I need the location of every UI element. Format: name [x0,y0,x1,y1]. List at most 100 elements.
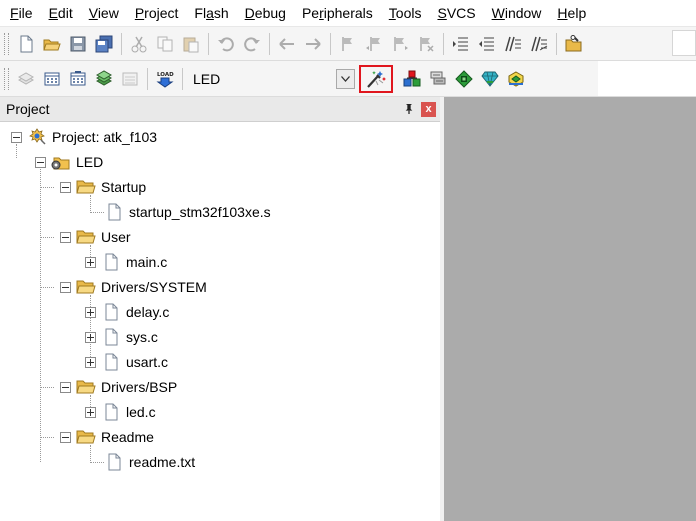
toolbar-separator [182,67,183,90]
manage-components-icon [430,71,446,84]
insert-bookmark-button[interactable] [335,31,361,57]
new-file-button[interactable] [13,31,39,57]
rebuild-icon [70,70,86,85]
expand-toggle[interactable] [85,331,96,343]
file-icon [101,328,121,346]
tree-item-group[interactable]: Readme [60,426,154,448]
tree-item-file[interactable]: main.c [85,251,167,273]
tree-item-file[interactable]: led.c [85,401,156,423]
uncomment-selection-button[interactable] [526,31,552,57]
target-name: LED [76,154,104,170]
stop-build-button[interactable] [117,66,143,92]
collapse-toggle[interactable] [11,131,22,143]
tree-item-project[interactable]: Project: atk_f103 [11,126,157,148]
build-button[interactable] [39,66,65,92]
rebuild-button[interactable] [65,66,91,92]
expand-toggle[interactable] [85,356,96,368]
tree-item-file[interactable]: delay.c [85,301,169,323]
chevron-down-icon [341,75,350,82]
menu-svcs[interactable]: SVCS [431,0,481,26]
tree-item-file[interactable]: readme.txt [104,451,195,473]
indent-button[interactable] [448,31,474,57]
undo-button[interactable] [213,31,239,57]
paste-button[interactable] [178,31,204,57]
collapse-toggle[interactable] [60,381,71,393]
collapse-toggle[interactable] [60,231,71,243]
unindent-button[interactable] [474,31,500,57]
tree-item-group[interactable]: Drivers/SYSTEM [60,276,207,298]
select-target-combobox[interactable]: LED [187,68,359,90]
expand-toggle[interactable] [85,306,96,318]
indent-icon [453,37,468,50]
clear-bookmarks-button[interactable] [413,31,439,57]
menu-help[interactable]: Help [551,0,592,26]
component-pack-icon [508,70,524,87]
toolbar-grip[interactable] [4,32,9,55]
menu-edit[interactable]: Edit [43,0,79,26]
cut-button[interactable] [126,31,152,57]
batch-build-icon [95,69,113,86]
comment-selection-button[interactable] [500,31,526,57]
collapse-toggle[interactable] [35,156,46,168]
tree-item-target[interactable]: LED [35,151,103,173]
next-bookmark-button[interactable] [387,31,413,57]
file-name: sys.c [126,329,158,345]
menu-project[interactable]: Project [129,0,185,26]
copy-icon [157,36,173,51]
file-extensions-button[interactable] [399,66,425,92]
scissors-icon [131,36,147,52]
select-software-packs-button[interactable] [477,66,503,92]
navigate-back-button[interactable] [274,31,300,57]
tree-item-file[interactable]: startup_stm32f103xe.s [104,201,271,223]
target-dropdown-button[interactable] [336,68,355,89]
tree-item-group[interactable]: User [60,226,131,248]
magic-wand-icon [367,70,386,88]
project-window: Project x Project: atk_f103 LED Startup … [0,97,441,521]
tree-item-file[interactable]: usart.c [85,351,168,373]
menu-debug[interactable]: Debug [239,0,292,26]
menu-peripherals[interactable]: Peripherals [296,0,379,26]
save-all-button[interactable] [91,31,117,57]
redo-button[interactable] [239,31,265,57]
save-button[interactable] [65,31,91,57]
file-name: delay.c [126,304,170,320]
toolbar-grip[interactable] [4,67,9,90]
menu-file[interactable]: File [4,0,39,26]
tree-item-group[interactable]: Startup [60,176,146,198]
open-file-button[interactable] [39,31,65,57]
file-icon [101,353,121,371]
collapse-toggle[interactable] [60,281,71,293]
close-icon[interactable]: x [421,101,436,117]
manage-components-button[interactable] [425,66,451,92]
collapse-toggle[interactable] [60,431,71,443]
navigate-forward-button[interactable] [300,31,326,57]
download-button[interactable]: LOAD [152,66,178,92]
toolbar-search-box[interactable] [672,30,696,56]
editor-area[interactable] [444,97,696,521]
find-in-files-button[interactable] [561,31,587,57]
pack-selection-button[interactable] [503,66,529,92]
collapse-toggle[interactable] [60,181,71,193]
pack-installer-button[interactable] [451,66,477,92]
copy-button[interactable] [152,31,178,57]
tree-item-file[interactable]: sys.c [85,326,158,348]
folder-open-icon [76,378,96,396]
new-file-icon [20,35,33,52]
toolbar-separator [269,32,270,55]
redo-icon [244,36,260,51]
options-for-target-button[interactable] [359,64,393,93]
toolbar-separator [556,32,557,55]
menu-flash[interactable]: Flash [188,0,234,26]
menu-tools[interactable]: Tools [383,0,428,26]
load-download-icon: LOAD [156,72,174,88]
batch-build-button[interactable] [91,66,117,92]
expand-toggle[interactable] [85,256,96,268]
menu-window[interactable]: Window [486,0,548,26]
menu-view[interactable]: View [83,0,125,26]
previous-bookmark-button[interactable] [361,31,387,57]
pin-icon[interactable] [403,102,415,116]
translate-button[interactable] [13,66,39,92]
folder-open-icon [76,228,96,246]
tree-item-group[interactable]: Drivers/BSP [60,376,177,398]
expand-toggle[interactable] [85,406,96,418]
